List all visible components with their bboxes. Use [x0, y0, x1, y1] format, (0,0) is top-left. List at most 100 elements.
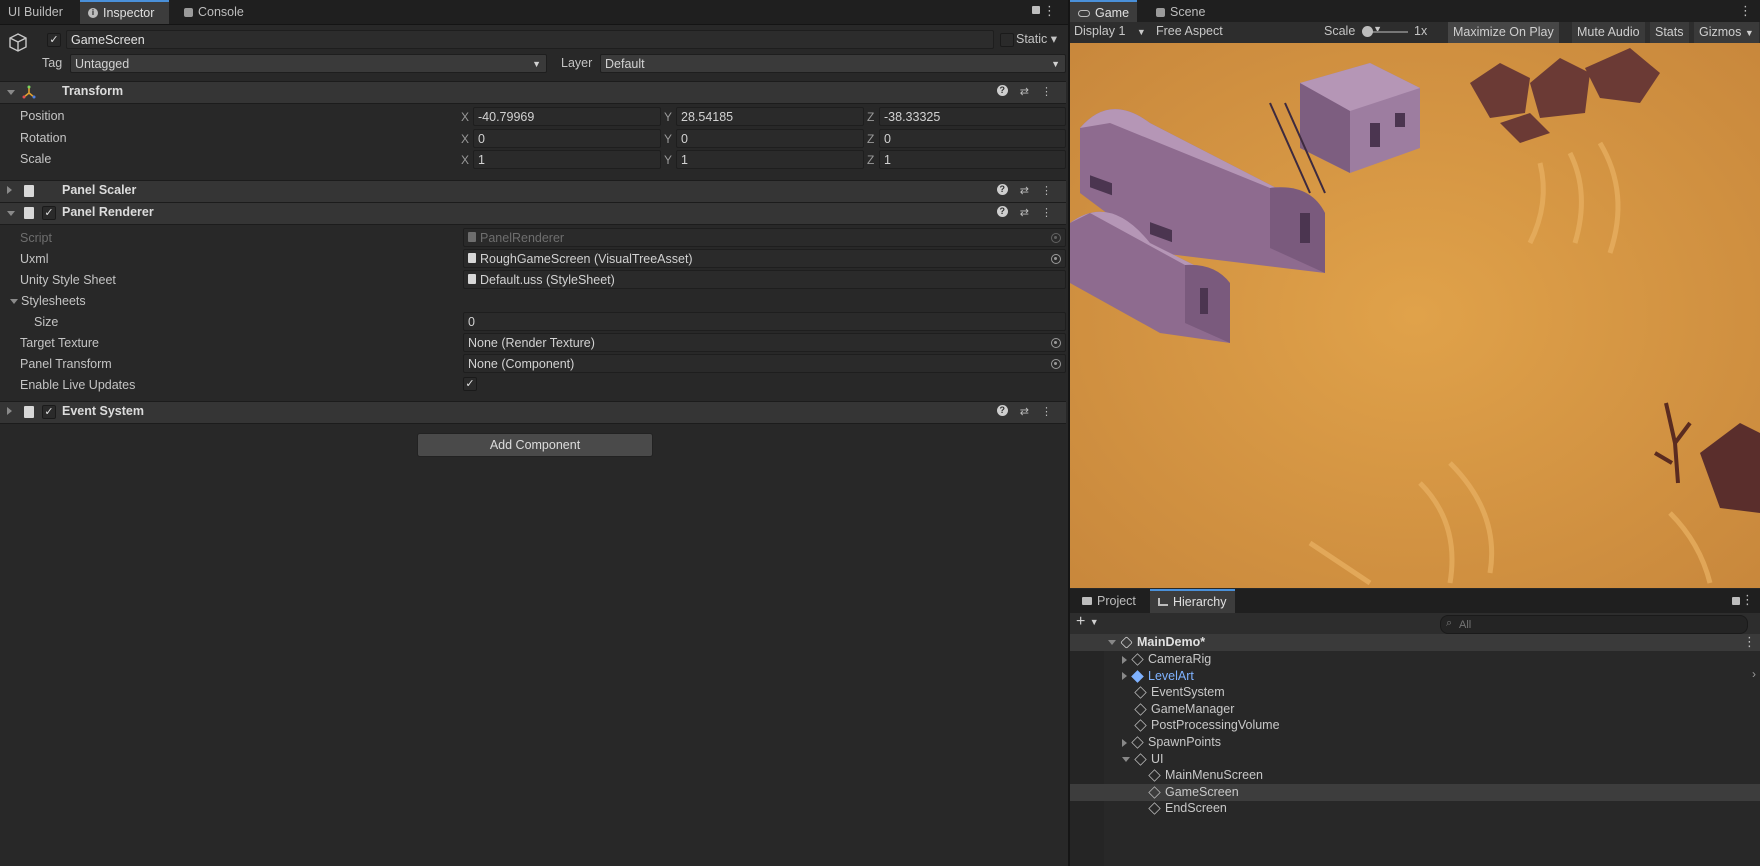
preset-icon[interactable]: ⇄ — [1020, 405, 1029, 418]
help-icon[interactable]: ? — [996, 85, 1008, 96]
tab-hierarchy[interactable]: Hierarchy — [1150, 589, 1235, 613]
tab-ui-builder[interactable]: UI Builder — [0, 0, 71, 24]
rotation-z-field[interactable]: 0 — [879, 129, 1066, 148]
maximize-on-play-button[interactable]: Maximize On Play — [1448, 22, 1559, 43]
uss-field[interactable]: Default.uss (StyleSheet) — [463, 270, 1066, 289]
rotation-y-field[interactable]: 0 — [676, 129, 864, 148]
lock-icon[interactable] — [1732, 597, 1740, 605]
hierarchy-search[interactable]: ⌕ — [1440, 615, 1748, 634]
scale-x-field[interactable]: 1 — [473, 150, 661, 169]
kebab-menu-icon[interactable]: ⋮ — [1743, 634, 1756, 650]
z-axis-label[interactable]: Z — [867, 132, 874, 146]
add-component-button[interactable]: Add Component — [417, 433, 653, 457]
tab-project[interactable]: Project — [1074, 589, 1144, 613]
kebab-menu-icon[interactable]: ⋮ — [1739, 3, 1752, 19]
kebab-menu-icon[interactable]: ⋮ — [1041, 405, 1052, 418]
y-axis-label[interactable]: Y — [664, 110, 672, 124]
fold-arrow-icon[interactable] — [1108, 640, 1116, 645]
position-y-field[interactable]: 28.54185 — [676, 107, 864, 126]
kebab-menu-icon[interactable]: ⋮ — [1043, 3, 1056, 19]
object-picker-icon[interactable] — [1051, 338, 1061, 348]
scale-slider[interactable] — [1362, 26, 1408, 37]
fold-arrow-icon[interactable] — [1122, 655, 1127, 664]
size-field[interactable]: 0 — [463, 312, 1066, 331]
hierarchy-item[interactable]: EventSystem — [1122, 684, 1225, 701]
stylesheets-foldout[interactable]: Stylesheets — [10, 294, 86, 308]
hierarchy-item[interactable]: CameraRig — [1122, 651, 1211, 668]
help-icon[interactable]: ? — [996, 206, 1008, 217]
event-system-header[interactable]: ✓ Event System ? ⇄ ⋮ — [0, 401, 1066, 424]
game-viewport[interactable] — [1070, 43, 1760, 588]
kebab-menu-icon[interactable]: ⋮ — [1741, 592, 1754, 608]
tab-scene[interactable]: Scene — [1148, 0, 1213, 24]
help-icon[interactable]: ? — [996, 405, 1008, 416]
layer-dropdown[interactable]: Default ▼ — [600, 54, 1066, 73]
lock-icon[interactable] — [1032, 6, 1040, 14]
tab-game[interactable]: Game — [1070, 0, 1138, 24]
hierarchy-item[interactable]: GameManager — [1122, 701, 1234, 718]
target-texture-field[interactable]: None (Render Texture) — [463, 333, 1066, 352]
y-axis-label[interactable]: Y — [664, 153, 672, 167]
hierarchy-item[interactable]: MainMenuScreen — [1136, 767, 1263, 784]
panel-transform-field[interactable]: None (Component) — [463, 354, 1066, 373]
help-icon[interactable]: ? — [996, 184, 1008, 195]
live-updates-checkbox[interactable]: ✓ — [463, 377, 477, 391]
fold-arrow-icon[interactable] — [1122, 756, 1130, 762]
x-axis-label[interactable]: X — [461, 132, 469, 146]
preset-icon[interactable]: ⇄ — [1020, 206, 1029, 219]
display-dropdown[interactable]: Display 1 ▼ — [1074, 24, 1146, 38]
panel-scaler-header[interactable]: Panel Scaler ? ⇄ ⋮ — [0, 180, 1066, 203]
hierarchy-item[interactable]: GameScreen — [1136, 784, 1239, 801]
fold-arrow-icon[interactable] — [7, 186, 12, 194]
hierarchy-item[interactable]: EndScreen — [1136, 800, 1227, 817]
kebab-menu-icon[interactable]: ⋮ — [1041, 85, 1052, 98]
z-axis-label[interactable]: Z — [867, 153, 874, 167]
uxml-field[interactable]: RoughGameScreen (VisualTreeAsset) — [463, 249, 1066, 268]
hierarchy-item[interactable]: LevelArt — [1122, 668, 1194, 685]
kebab-menu-icon[interactable]: ⋮ — [1041, 206, 1052, 219]
x-axis-label[interactable]: X — [461, 153, 469, 167]
x-axis-label[interactable]: X — [461, 110, 469, 124]
transform-header[interactable]: Transform ? ⇄ ⋮ — [0, 81, 1066, 104]
fold-arrow-icon[interactable] — [7, 90, 15, 95]
chevron-right-icon[interactable]: › — [1752, 667, 1756, 681]
fold-arrow-icon[interactable] — [10, 299, 18, 305]
create-dropdown[interactable]: + ▼ — [1076, 613, 1099, 631]
fold-arrow-icon[interactable] — [1122, 738, 1127, 747]
tag-dropdown[interactable]: Untagged ▼ — [70, 54, 547, 73]
tab-console[interactable]: Console — [176, 0, 252, 24]
y-axis-label[interactable]: Y — [664, 132, 672, 146]
position-x-field[interactable]: -40.79969 — [473, 107, 661, 126]
object-name-field[interactable]: GameScreen — [66, 30, 994, 49]
fold-arrow-icon[interactable] — [7, 211, 15, 216]
hierarchy-item-label: EventSystem — [1151, 685, 1225, 700]
static-dropdown[interactable]: Static ▾ — [1016, 31, 1057, 46]
scale-z-field[interactable]: 1 — [879, 150, 1066, 169]
static-checkbox[interactable] — [1000, 33, 1014, 47]
hierarchy-item[interactable]: PostProcessingVolume — [1122, 717, 1280, 734]
fold-arrow-icon[interactable] — [7, 407, 12, 415]
scale-slider-handle[interactable] — [1362, 26, 1373, 37]
preset-icon[interactable]: ⇄ — [1020, 85, 1029, 98]
preset-icon[interactable]: ⇄ — [1020, 184, 1029, 197]
gizmos-dropdown[interactable]: Gizmos ▼ — [1694, 22, 1759, 43]
enabled-checkbox[interactable]: ✓ — [42, 405, 56, 419]
stats-button[interactable]: Stats — [1650, 22, 1689, 43]
scene-root[interactable]: MainDemo* — [1108, 634, 1205, 651]
object-picker-icon[interactable] — [1051, 359, 1061, 369]
scale-y-field[interactable]: 1 — [676, 150, 864, 169]
hierarchy-item[interactable]: SpawnPoints — [1122, 734, 1221, 751]
active-checkbox[interactable]: ✓ — [47, 33, 61, 47]
panel-renderer-header[interactable]: ✓ Panel Renderer ? ⇄ ⋮ — [0, 202, 1066, 225]
hierarchy-item[interactable]: UI — [1122, 751, 1164, 768]
object-picker-icon[interactable] — [1051, 254, 1061, 264]
rotation-x-field[interactable]: 0 — [473, 129, 661, 148]
position-z-field[interactable]: -38.33325 — [879, 107, 1066, 126]
tab-inspector[interactable]: i Inspector — [80, 0, 169, 24]
enabled-checkbox[interactable]: ✓ — [42, 206, 56, 220]
search-input[interactable] — [1457, 616, 1731, 633]
fold-arrow-icon[interactable] — [1122, 672, 1127, 681]
kebab-menu-icon[interactable]: ⋮ — [1041, 184, 1052, 197]
mute-audio-button[interactable]: Mute Audio — [1572, 22, 1645, 43]
z-axis-label[interactable]: Z — [867, 110, 874, 124]
